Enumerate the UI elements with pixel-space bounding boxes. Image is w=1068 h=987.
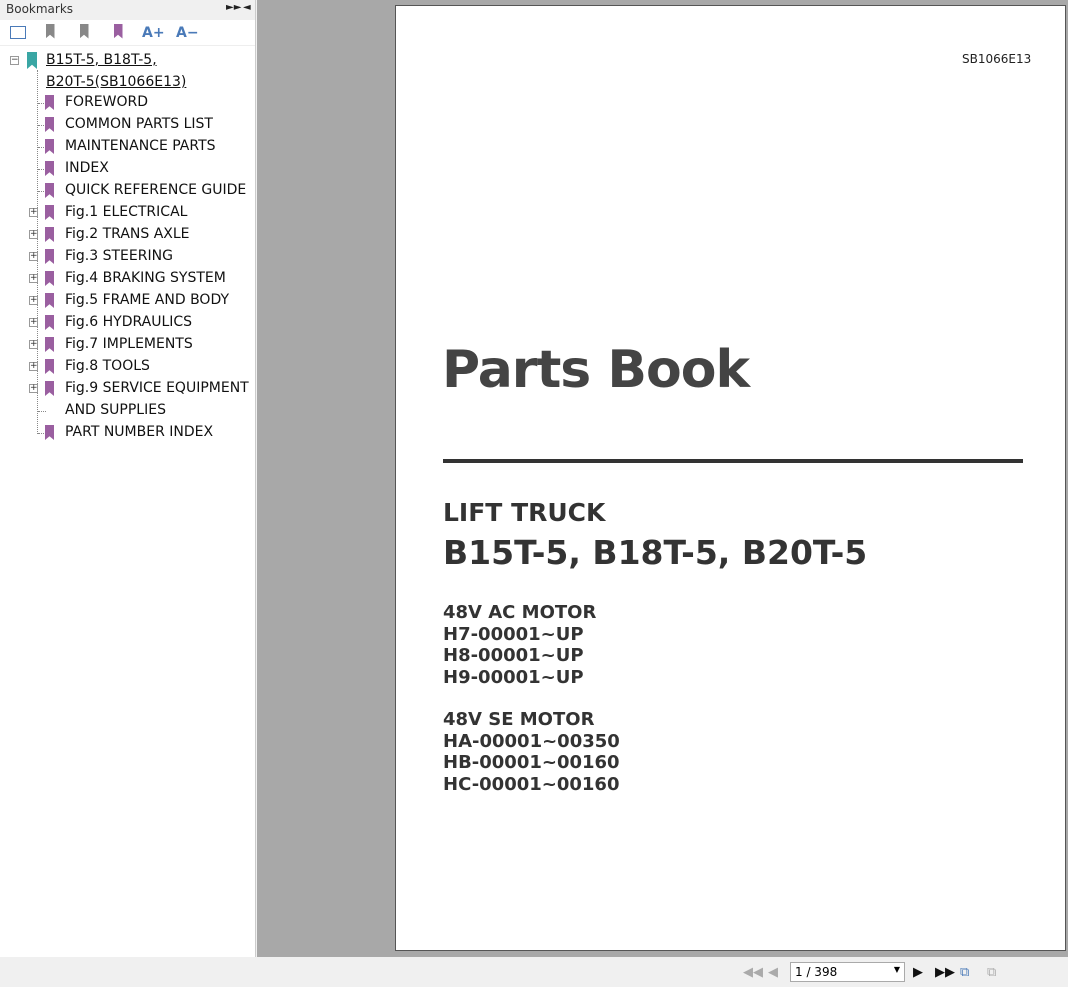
document-models: B15T-5, B18T-5, B20T-5 [443, 533, 868, 572]
collapse-icon[interactable]: − [10, 56, 19, 65]
bookmark-label: INDEX [65, 160, 109, 176]
panel-header: Bookmarks ►► ◄ [0, 0, 255, 20]
bookmark-label: Fig.7 IMPLEMENTS [65, 336, 193, 352]
expand-icon[interactable]: + [29, 384, 38, 393]
add-bookmark-icon[interactable] [74, 23, 94, 42]
previous-page-icon[interactable]: ◀ [768, 965, 778, 980]
bookmark-item[interactable]: + Fig.8 TOOLS [0, 356, 250, 378]
document-code: SB1066E13 [962, 52, 1032, 66]
bookmark-item[interactable]: + Fig.5 FRAME AND BODY [0, 290, 250, 312]
bookmark-item[interactable]: + Fig.9 SERVICE EQUIPMENT [0, 378, 250, 400]
chevron-down-icon[interactable]: ▼ [894, 965, 900, 974]
se-motor-block: 48V SE MOTOR HA-00001~00350 HB-00001~00160… [443, 709, 620, 795]
bookmark-item[interactable]: + Fig.1 ELECTRICAL [0, 202, 250, 224]
first-page-icon[interactable]: ◀◀ [743, 965, 763, 980]
bookmark-icon [45, 381, 54, 396]
bookmark-label: COMMON PARTS LIST [65, 116, 213, 132]
panel-title: Bookmarks [6, 2, 74, 16]
tree-connector [38, 103, 46, 104]
bookmark-label: Fig.5 FRAME AND BODY [65, 292, 230, 308]
delete-bookmark-icon[interactable] [40, 23, 60, 42]
tree-connector [38, 191, 46, 192]
bookmark-label: B20T-5(SB1066E13) [46, 74, 187, 90]
bookmark-icon [45, 359, 54, 374]
bookmark-label: Fig.2 TRANS AXLE [65, 226, 190, 242]
bookmark-icon [45, 227, 54, 242]
triangle-left-icon[interactable]: ◄ [243, 2, 251, 13]
document-view[interactable]: SB1066E13 Parts Book LIFT TRUCK B15T-5, … [257, 0, 1068, 957]
bookmark-label: QUICK REFERENCE GUIDE [65, 182, 247, 198]
navigation-bar: ◀◀ ◀ 1 / 398 ▼ ▶ ▶▶ ⧉ ⧉ [0, 957, 1068, 987]
bookmark-label: Fig.3 STEERING [65, 248, 173, 264]
bookmark-toolbar: A+ A− [0, 20, 255, 46]
bookmarks-panel: Bookmarks ►► ◄ A+ A− − B15T-5, B18T-5, B… [0, 0, 256, 957]
bookmark-item[interactable]: AND SUPPLIES [0, 400, 250, 422]
bookmark-icon [45, 117, 54, 132]
document-subtitle: LIFT TRUCK [443, 498, 606, 527]
tree-connector [38, 125, 46, 126]
bookmark-icon [45, 337, 54, 352]
bookmark-icon [45, 205, 54, 220]
bookmark-item[interactable]: FOREWORD [0, 92, 250, 114]
bookmark-label: Fig.8 TOOLS [65, 358, 150, 374]
enlarge-text-icon[interactable]: A+ [142, 24, 165, 42]
tree-connector [38, 147, 46, 148]
bookmark-icon [45, 425, 54, 440]
bookmark-item[interactable]: QUICK REFERENCE GUIDE [0, 180, 250, 202]
page-number-input[interactable]: 1 / 398 ▼ [790, 962, 905, 982]
bookmark-item[interactable]: + Fig.2 TRANS AXLE [0, 224, 250, 246]
ac-motor-block: 48V AC MOTOR H7-00001~UP H8-00001~UP H9-000… [443, 602, 597, 688]
bookmark-item[interactable]: + Fig.6 HYDRAULICS [0, 312, 250, 334]
tree-connector [38, 433, 46, 434]
tree-connector [38, 169, 46, 170]
bookmark-icon [45, 183, 54, 198]
bookmark-item[interactable]: + Fig.4 BRAKING SYSTEM [0, 268, 250, 290]
bookmark-icon [27, 52, 37, 69]
title-rule [443, 459, 1023, 463]
bookmark-icon [45, 95, 54, 110]
bookmark-label: PART NUMBER INDEX [65, 424, 214, 440]
bookmark-item[interactable]: + Fig.7 IMPLEMENTS [0, 334, 250, 356]
expand-icon[interactable]: + [29, 274, 38, 283]
last-page-icon[interactable]: ▶▶ [935, 965, 955, 980]
bookmark-options-icon[interactable] [10, 26, 26, 39]
expand-icon[interactable]: + [29, 230, 38, 239]
bookmark-label: B15T-5, B18T-5, [46, 52, 157, 68]
bookmark-item[interactable]: PART NUMBER INDEX [0, 422, 250, 444]
bookmark-icon [45, 315, 54, 330]
bookmark-icon [45, 139, 54, 154]
bookmark-label: Fig.1 ELECTRICAL [65, 204, 188, 220]
bookmark-label: Fig.9 SERVICE EQUIPMENT [65, 380, 249, 396]
previous-view-icon[interactable]: ⧉ [960, 965, 969, 980]
expand-icon[interactable]: + [29, 208, 38, 217]
expand-icon[interactable]: + [29, 362, 38, 371]
double-chevron-right-icon[interactable]: ►► [226, 2, 241, 13]
pdf-page: SB1066E13 Parts Book LIFT TRUCK B15T-5, … [395, 5, 1066, 951]
bookmark-item[interactable]: + Fig.3 STEERING [0, 246, 250, 268]
shrink-text-icon[interactable]: A− [176, 24, 199, 42]
next-page-icon[interactable]: ▶ [913, 965, 923, 980]
bookmark-item[interactable]: MAINTENANCE PARTS [0, 136, 250, 158]
bookmark-label: MAINTENANCE PARTS [65, 138, 216, 154]
bookmark-label: AND SUPPLIES [65, 402, 166, 418]
bookmark-root[interactable]: − B15T-5, B18T-5, B20T-5(SB1066E13) [0, 50, 250, 94]
next-view-icon[interactable]: ⧉ [987, 965, 996, 980]
expand-icon[interactable]: + [29, 318, 38, 327]
document-title: Parts Book [442, 340, 750, 400]
bookmark-icon [45, 271, 54, 286]
tree-connector [38, 411, 46, 412]
expand-icon[interactable]: + [29, 296, 38, 305]
current-bookmark-icon[interactable] [108, 23, 128, 42]
bookmark-item[interactable]: INDEX [0, 158, 250, 180]
bookmark-label: Fig.6 HYDRAULICS [65, 314, 193, 330]
bookmark-icon [45, 293, 54, 308]
bookmark-icon [45, 161, 54, 176]
expand-icon[interactable]: + [29, 252, 38, 261]
bookmark-label: Fig.4 BRAKING SYSTEM [65, 270, 226, 286]
bookmark-label: FOREWORD [65, 94, 149, 110]
bookmark-icon [45, 249, 54, 264]
expand-icon[interactable]: + [29, 340, 38, 349]
bookmark-item[interactable]: COMMON PARTS LIST [0, 114, 250, 136]
